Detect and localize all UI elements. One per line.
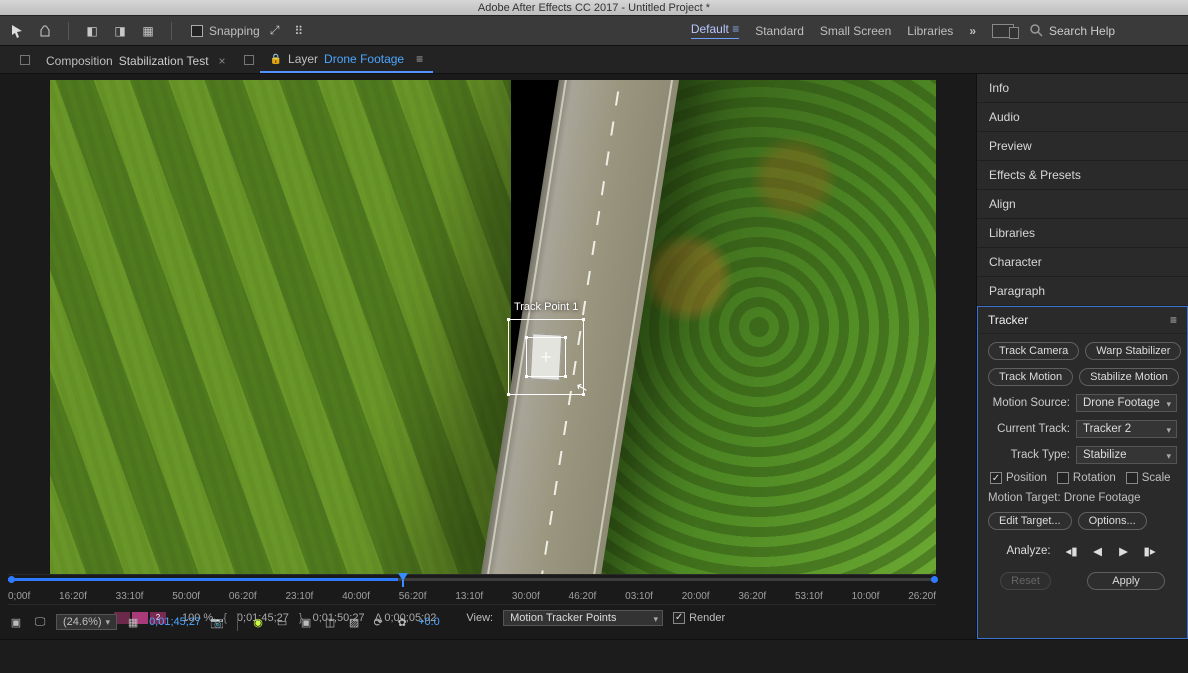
selection-tool-icon[interactable] — [8, 22, 26, 40]
tab-composition[interactable]: Composition Stabilization Test × — [36, 48, 236, 73]
motion-source-select[interactable]: Drone Footage▾ — [1076, 394, 1177, 412]
transparency-icon[interactable]: ▨ — [346, 614, 362, 630]
snap-opt-icon[interactable]: ⤢ — [266, 22, 284, 40]
analyze-label: Analyze: — [1006, 545, 1050, 557]
panel-menu-icon[interactable]: ≡ — [1170, 313, 1177, 327]
track-type-select[interactable]: Stabilize▾ — [1076, 446, 1177, 464]
divider — [68, 22, 69, 40]
layer-icon[interactable]: ▣ — [8, 614, 24, 630]
screens-icon[interactable] — [992, 24, 1014, 38]
time-ruler[interactable]: 0;00f16:20f 33:10f50:00f 06:20f23:10f 40… — [8, 574, 936, 604]
workspace-standard[interactable]: Standard — [755, 24, 804, 38]
divider — [171, 22, 172, 40]
tool-icon[interactable]: ◧ — [83, 22, 101, 40]
panel-character[interactable]: Character — [977, 248, 1188, 277]
position-checkbox[interactable]: ✓Position — [990, 472, 1047, 484]
viewer-panel: Track Point 1 ↖ 0;00f16:20f 33:10f50:00f… — [0, 74, 976, 639]
analyze-forward-icon[interactable]: ▶ — [1115, 542, 1133, 560]
tab-toggle-icon[interactable] — [244, 55, 254, 65]
panel-align[interactable]: Align — [977, 190, 1188, 219]
lock-icon: 🔒 — [270, 54, 282, 65]
panel-tabs: Composition Stabilization Test × 🔒 Layer… — [0, 46, 1188, 74]
workspace-libraries[interactable]: Libraries — [907, 24, 953, 38]
main-toolbar: ◧ ◨ ▦ Snapping ⤢ ⠿ Default ≡ Standard Sm… — [0, 16, 1188, 46]
workspace-default[interactable]: Default ≡ — [691, 22, 739, 39]
close-icon[interactable]: × — [219, 54, 226, 68]
apply-button[interactable]: Apply — [1087, 572, 1165, 590]
warp-stabilizer-button[interactable]: Warp Stabilizer — [1085, 342, 1181, 360]
refresh-icon[interactable]: ⟳ — [370, 614, 386, 630]
aperture-icon[interactable]: ✿ — [394, 614, 410, 630]
tool-icon[interactable]: ◨ — [111, 22, 129, 40]
motion-source-label: Motion Source: — [988, 397, 1070, 409]
search-icon — [1030, 24, 1043, 37]
bottom-area — [0, 639, 1188, 673]
footage-viewport[interactable]: Track Point 1 ↖ — [50, 80, 936, 574]
panel-paragraph[interactable]: Paragraph — [977, 277, 1188, 306]
aerial-footage — [50, 80, 936, 574]
track-camera-button[interactable]: Track Camera — [988, 342, 1079, 360]
rotation-checkbox[interactable]: Rotation — [1057, 472, 1116, 484]
snap-opt-icon[interactable]: ⠿ — [290, 22, 308, 40]
track-motion-button[interactable]: Track Motion — [988, 368, 1073, 386]
panel-preview[interactable]: Preview — [977, 132, 1188, 161]
panel-libraries[interactable]: Libraries — [977, 219, 1188, 248]
reset-button: Reset — [1000, 572, 1051, 590]
analyze-back-icon[interactable]: ◀ — [1089, 542, 1107, 560]
exposure-value[interactable]: +0.0 — [418, 616, 440, 628]
color-icon[interactable]: ◉ — [250, 614, 266, 630]
edit-target-button[interactable]: Edit Target... — [988, 512, 1072, 530]
current-track-select[interactable]: Tracker 2▾ — [1076, 420, 1177, 438]
tab-layer[interactable]: 🔒 Layer Drone Footage ≡ — [260, 46, 434, 73]
status-timecode[interactable]: 0;01;45;27 — [149, 616, 201, 628]
panel-info[interactable]: Info — [977, 74, 1188, 103]
scale-checkbox[interactable]: Scale — [1126, 472, 1171, 484]
tool-icon[interactable]: ▦ — [139, 22, 157, 40]
monitor-icon[interactable]: 🖵 — [32, 614, 48, 630]
snapping-label: Snapping — [209, 24, 260, 38]
channel-icon[interactable]: ◫ — [322, 614, 338, 630]
analyze-step-back-icon[interactable]: ◂▮ — [1063, 542, 1081, 560]
workspace-overflow-icon[interactable]: » — [969, 24, 976, 38]
status-bar: ▣ 🖵 (24.6%)▾ ▦ 0;01;45;27 📷 ◉ ▭ ▣ ◫ ▨ ⟳ … — [8, 609, 936, 635]
track-type-label: Track Type: — [988, 449, 1070, 461]
current-time-indicator[interactable] — [398, 573, 408, 587]
right-panels: Info Audio Preview Effects & Presets Ali… — [976, 74, 1188, 639]
tracker-panel: Tracker ≡ Track Camera Warp Stabilizer T… — [977, 306, 1188, 639]
workspace-small-screen[interactable]: Small Screen — [820, 24, 891, 38]
window-title: Adobe After Effects CC 2017 - Untitled P… — [0, 0, 1188, 16]
options-button[interactable]: Options... — [1078, 512, 1147, 530]
current-track-label: Current Track: — [988, 423, 1070, 435]
track-point-label: Track Point 1 — [514, 301, 578, 313]
snapshot-icon[interactable]: 📷 — [209, 614, 225, 630]
analyze-step-forward-icon[interactable]: ▮▸ — [1141, 542, 1159, 560]
tracker-title: Tracker — [988, 313, 1028, 327]
tab-toggle-icon[interactable] — [20, 55, 30, 65]
stabilize-motion-button[interactable]: Stabilize Motion — [1079, 368, 1179, 386]
track-point-overlay[interactable]: Track Point 1 — [508, 319, 584, 395]
zoom-select[interactable]: (24.6%)▾ — [56, 614, 117, 630]
grid-icon[interactable]: ▦ — [125, 614, 141, 630]
snapping-toggle[interactable]: Snapping ⤢ ⠿ — [186, 20, 313, 42]
panel-effects-presets[interactable]: Effects & Presets — [977, 161, 1188, 190]
panel-audio[interactable]: Audio — [977, 103, 1188, 132]
motion-target-text: Motion Target: Drone Footage — [988, 492, 1177, 504]
search-help[interactable]: Search Help — [1030, 24, 1180, 38]
hand-tool-icon[interactable] — [36, 22, 54, 40]
safe-zone-icon[interactable]: ▣ — [298, 614, 314, 630]
tab-menu-icon[interactable]: ≡ — [416, 52, 423, 66]
mask-icon[interactable]: ▭ — [274, 614, 290, 630]
